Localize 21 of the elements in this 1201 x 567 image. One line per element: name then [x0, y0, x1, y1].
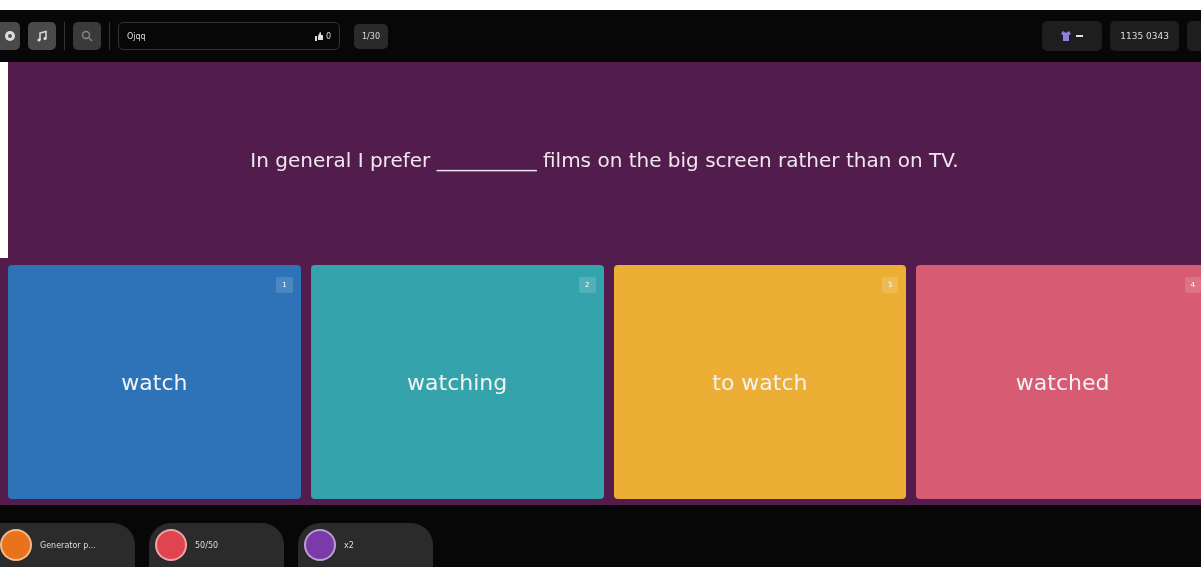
- powerup-button[interactable]: Generator p...: [0, 523, 135, 567]
- answer-text: to watch: [712, 369, 808, 395]
- search-icon: [81, 30, 93, 42]
- answer-text: watching: [407, 369, 508, 395]
- settings-button[interactable]: [0, 22, 20, 50]
- theme-button[interactable]: [1042, 21, 1103, 51]
- player-name: Ojqq: [127, 31, 146, 41]
- likes-count: 0: [325, 31, 331, 41]
- answer-text: watched: [1015, 369, 1110, 395]
- settings-icon: [4, 30, 16, 42]
- game-code: 1135 0343: [1110, 21, 1179, 51]
- question-text: In general I prefer __________ films on the big screen rather than on TV.: [250, 148, 959, 172]
- shirt-icon: [1061, 31, 1072, 41]
- thumbs-up-icon: [314, 31, 323, 41]
- powerup-button[interactable]: 50/50: [149, 523, 284, 567]
- answer-text: watch: [121, 369, 188, 395]
- zoom-button[interactable]: [73, 22, 101, 50]
- question-counter: 1/30: [354, 23, 388, 49]
- music-icon: [36, 30, 48, 42]
- music-button[interactable]: [28, 22, 56, 50]
- powerup-button[interactable]: x2: [298, 523, 433, 567]
